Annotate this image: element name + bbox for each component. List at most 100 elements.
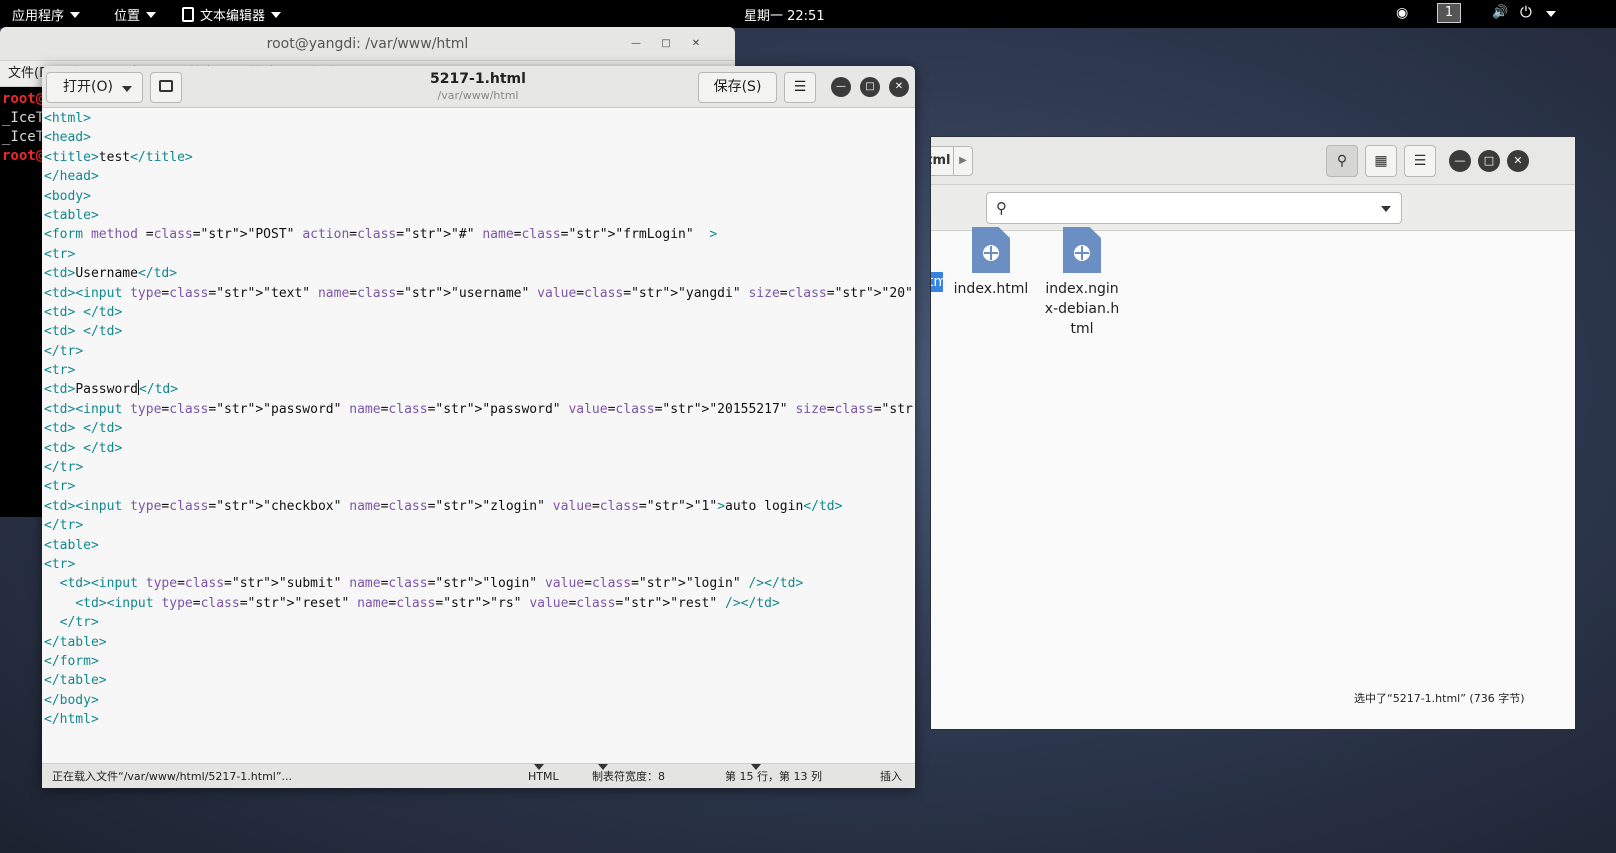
code-line[interactable]: <td><input type=class="str">"reset" name… [44,594,915,613]
code-line[interactable]: <tr> [44,477,915,496]
code-editor[interactable]: <html> <head> <title>test</title> </head> <b… [42,109,915,760]
code-line[interactable]: </head> [44,167,915,186]
path-bar-forward[interactable]: ▶ [953,146,973,176]
hamburger-icon: ☰ [1413,153,1427,169]
active-app-menu[interactable]: 文本编辑器 [182,5,282,24]
search-icon: ⚲ [996,199,1007,217]
applications-menu[interactable]: 应用程序 [12,5,81,24]
code-line[interactable]: <td> </td> [44,439,915,458]
text-editor-window[interactable]: 打开(O) 5217-1.html /var/www/html 保存(S) ☰ … [42,66,915,788]
camera-icon[interactable]: ◉ [1396,5,1408,21]
file-name: index.nginx-debian.html [1044,281,1120,337]
cursor-position-label: 第 15 行，第 13 列 [725,770,822,783]
open-label: 打开(O) [63,79,113,95]
insert-mode: 插入 [880,770,902,783]
list-view-icon: ▦ [1374,153,1388,169]
chevron-down-icon[interactable] [1381,206,1391,212]
file-item[interactable]: index.html [946,227,1036,299]
applications-label: 应用程序 [12,9,65,24]
html-file-icon [972,227,1010,273]
code-line[interactable]: <td><input type=class="str">"password" n… [44,400,915,419]
code-line[interactable]: <head> [44,128,915,147]
code-line[interactable]: <td><input type=class="str">"text" name=… [44,284,915,303]
minimize-icon[interactable]: — [626,34,646,54]
volume-icon[interactable]: 🔊 [1492,5,1508,20]
code-line[interactable]: <form method =class="str">"POST" action=… [44,225,915,244]
maximize-icon[interactable]: □ [1478,150,1500,172]
document-title: 5217-1.html /var/www/html [372,70,584,104]
open-button[interactable]: 打开(O) [46,72,143,103]
maximize-icon[interactable]: □ [860,77,880,97]
code-line[interactable]: </tr> [44,613,915,632]
code-line[interactable]: <td> </td> [44,419,915,438]
file-name: index.html [953,281,1029,297]
code-line[interactable]: </tr> [44,516,915,535]
code-line[interactable]: </table> [44,633,915,652]
top-bar: 应用程序 位置 文本编辑器 星期一 22:51 ◉ 1 🔊 ⏻ [0,0,1616,28]
code-line[interactable]: </table> [44,671,915,690]
chevron-down-icon [751,764,761,770]
code-line[interactable]: </html> [44,710,915,729]
code-line[interactable]: </tr> [44,342,915,361]
save-button[interactable]: 保存(S) [698,72,777,103]
files-menu-button[interactable]: ☰ [1404,145,1436,177]
chevron-down-icon [146,12,157,18]
chevron-down-icon [598,764,608,770]
close-icon[interactable]: ✕ [889,77,909,97]
places-menu[interactable]: 位置 [114,5,157,24]
code-line[interactable]: </form> [44,652,915,671]
file-path: /var/www/html [437,89,519,102]
workspace-indicator[interactable]: 1 [1437,3,1461,23]
chevron-down-icon [122,86,132,92]
power-icon[interactable]: ⏻ [1520,3,1532,21]
code-line[interactable]: <tr> [44,555,915,574]
path-bar-current[interactable]: html [931,146,955,176]
editor-headerbar[interactable]: 打开(O) 5217-1.html /var/www/html 保存(S) ☰ … [42,66,915,108]
code-line[interactable]: <body> [44,187,915,206]
search-toggle-button[interactable]: ⚲ [1326,145,1358,177]
code-line[interactable]: <tr> [44,361,915,380]
code-line[interactable]: <td> </td> [44,303,915,322]
loading-status: 正在载入文件“/var/www/html/5217-1.html”... [52,770,293,783]
chevron-down-icon[interactable] [1546,11,1556,17]
code-line[interactable]: <tr> [44,245,915,264]
terminal-titlebar[interactable]: root@yangdi: /var/www/html — □ ✕ [0,27,735,61]
editor-statusbar: 正在载入文件“/var/www/html/5217-1.html”... HTM… [42,763,915,788]
close-icon[interactable]: ✕ [1507,150,1529,172]
code-line[interactable]: <table> [44,206,915,225]
file-manager-window[interactable]: html ▶ ⚲ ▦ ☰ — □ ✕ ⚲ html index.html ind… [930,136,1576,730]
file-title: 5217-1.html [430,71,526,87]
search-input[interactable]: ⚲ [986,192,1402,224]
files-search-bar: ⚲ [931,185,1575,231]
files-headerbar[interactable]: html ▶ ⚲ ▦ ☰ — □ ✕ [931,137,1575,185]
new-tab-button[interactable] [150,72,182,103]
chevron-down-icon [534,764,544,770]
code-line[interactable]: <html> [44,109,915,128]
clock[interactable]: 星期一 22:51 [744,5,825,24]
view-toggle-button[interactable]: ▦ [1365,145,1397,177]
new-document-icon [159,80,173,92]
terminal-title: root@yangdi: /var/www/html [266,36,469,52]
active-app-label: 文本编辑器 [200,9,266,24]
close-icon[interactable]: ✕ [686,34,706,54]
code-line[interactable]: <table> [44,536,915,555]
selected-file-label[interactable]: html [931,272,943,292]
html-file-icon [1063,227,1101,273]
chevron-down-icon [70,12,81,18]
code-line[interactable]: <td>Username</td> [44,264,915,283]
file-item[interactable]: index.nginx-debian.html [1037,227,1127,339]
editor-menu-button[interactable]: ☰ [784,72,816,103]
minimize-icon[interactable]: — [831,77,851,97]
code-line[interactable]: </tr> [44,458,915,477]
code-line[interactable]: <td><input type=class="str">"checkbox" n… [44,497,915,516]
code-line[interactable]: </body> [44,691,915,710]
minimize-icon[interactable]: — [1449,150,1471,172]
code-line[interactable]: <title>test</title> [44,148,915,167]
hamburger-icon: ☰ [793,79,807,95]
chevron-down-icon [271,12,282,18]
maximize-icon[interactable]: □ [656,34,676,54]
files-status: 选中了“5217-1.html” (736 字节) [1354,692,1525,705]
code-line[interactable]: <td>Password</td> [44,380,915,399]
code-line[interactable]: <td> </td> [44,322,915,341]
code-line[interactable]: <td><input type=class="str">"submit" nam… [44,574,915,593]
